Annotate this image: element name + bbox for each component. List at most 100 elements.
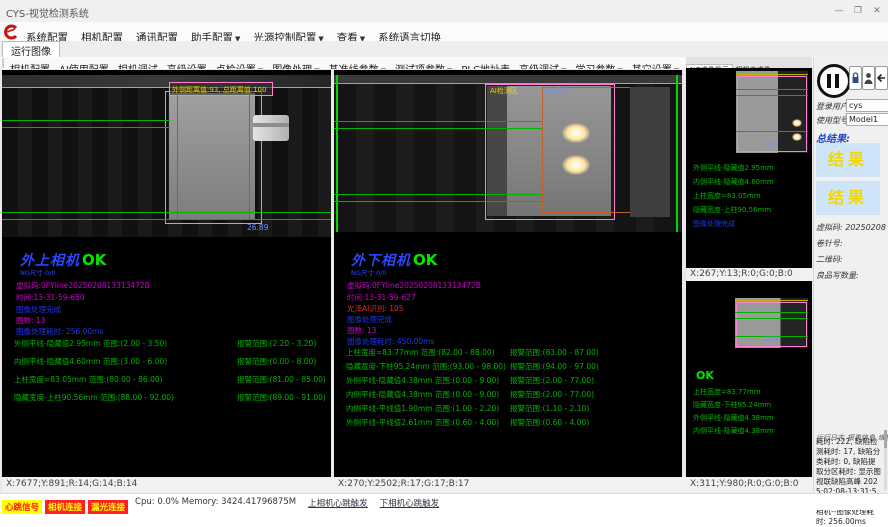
tab-strip: [0, 41, 888, 58]
measurement-value: 内侧平线-平线值1.90mm 范围:(1.00 - 2.20): [346, 403, 499, 414]
measure-line-h3: [2, 212, 331, 213]
edge-line-right: [676, 75, 678, 232]
elapsed-line: 图像处理耗时: 256.00ms: [16, 326, 103, 337]
side-thumb-top[interactable]: 26.8: [736, 71, 808, 153]
ng-image-view-top[interactable]: 26.8 外侧平线-隐藏值2.95mm 内侧平线-隐藏值4.60mm 上柱宽度=83…: [686, 68, 812, 268]
pause-button[interactable]: [817, 64, 851, 98]
measurement-value: 外侧平线-隐藏值2.95mm 范围:(2.00 - 3.50): [14, 338, 167, 349]
measurement-value: 隐藏宽度-上柱90.56mm 范围:(88.00 - 92.00): [14, 392, 174, 403]
side-result-line: 外侧平线-隐藏值4.38mm: [693, 413, 774, 423]
virtual-code-line: 虚拟码: 20250208: [816, 222, 886, 233]
side-result-line: 内侧平线-隐藏值4.60mm: [693, 177, 774, 187]
measurement-value: 上柱宽度=83.05mm 范围:(80.00 - 86.00): [14, 374, 163, 385]
block-measure-label: 26.8: [765, 336, 778, 343]
status-bar: 心跳信号相机连接漏光连接Cpu: 0.0% Memory: 3424.41796…: [0, 493, 888, 510]
minimize-icon[interactable]: —: [830, 4, 848, 18]
time-line: 时间:13-31-59-650: [16, 292, 85, 303]
close-icon[interactable]: ✕: [868, 4, 886, 18]
app-logo-icon: [3, 24, 19, 40]
measurement-row: 内侧平线-隐藏值4.60mm 范围:(3.00 - 6.00) 报警范围:(0.0…: [14, 356, 329, 366]
process-done-line: 图像处理完成: [347, 314, 392, 325]
measurement-value: 外侧平线-隐藏值4.38mm 范围:(0.00 - 9.00): [346, 375, 499, 386]
qr-code-label: 二维码:: [816, 254, 843, 265]
camera-view-left-bottom[interactable]: AI检测区 26.80 外下相机OK NG尺寸:0/0 虚拟码:0FYIine2…: [334, 70, 682, 477]
measure-line-h1: [334, 121, 542, 122]
heartbeat-trigger-link-1[interactable]: 下相机心跳触发: [380, 495, 440, 509]
log-text: 耗时: 222, 缺陷检测耗时: 17, 缺陷分类耗时: 0, 缺陷提取分区耗时…: [816, 437, 882, 527]
side-view-tabs: NG成像显示相机内成像超限内成像: [686, 57, 812, 68]
ng-size-line: NG尺寸:0/0: [351, 267, 387, 277]
measure-line-h4: [2, 219, 331, 220]
tab-connector: [253, 115, 289, 141]
ai-roi-outline: [542, 87, 632, 213]
measurement-value: 上柱宽度=83.77mm 范围:(82.00 - 88.00): [346, 347, 495, 358]
side-result-line: 上柱宽度=83.05mm: [693, 191, 761, 201]
overlay-label-box: 外侧距离值:93, 总距离值:100: [169, 82, 273, 96]
roi-outline: [165, 91, 262, 224]
process-done-line: 图像处理完成: [16, 304, 61, 315]
logout-button[interactable]: [875, 66, 888, 90]
pixel-coord-readout-left: X:7677;Y:891;R:14;G:14;B:14: [2, 477, 335, 492]
logout-arrow-icon: [876, 67, 887, 89]
measurement-row: 隐藏宽度-下柱95.24mm 范围:(93.00 - 98.00) 报警范围:(9…: [346, 361, 661, 371]
side-result-line: 上柱宽度=83.77mm: [693, 387, 761, 397]
count-line: 圈数: 13: [16, 315, 45, 326]
fixture-band: [630, 87, 670, 217]
elapsed-line: 图像处理耗时: 450.00ms: [347, 336, 434, 347]
side-thumb-bottom[interactable]: 26.8: [735, 298, 808, 348]
reflection-highlight: [562, 123, 590, 143]
pixel-coord-readout-middle: X:270;Y:2502;R:17;G:17;B:17: [334, 477, 686, 492]
measurement-row: 上柱宽度=83.77mm 范围:(82.00 - 88.00)报警范围:(83.…: [346, 347, 661, 357]
ai-result-line: 光泽AI识别: 105: [347, 303, 404, 314]
side-result-line: 外侧平线-隐藏值2.95mm: [693, 163, 774, 173]
measurement-row: 上柱宽度=83.05mm 范围:(80.00 - 86.00)报警范围:(81.…: [14, 374, 329, 384]
measurement-row: 内侧平线-隐藏值4.38mm 范围:(0.00 - 9.00)报警范围:(2.0…: [346, 389, 661, 399]
block-measure-label: 26.80: [544, 86, 565, 95]
lock-button[interactable]: [849, 66, 862, 90]
maximize-icon[interactable]: ❐: [849, 4, 867, 18]
alarm-range: 报警范围:(94.00 - 97.00): [510, 361, 599, 372]
camera-image-middle[interactable]: AI检测区 26.80: [334, 75, 682, 232]
measure-line-h2: [334, 128, 542, 129]
side-result-line: 隐藏宽度-下柱95.24mm: [693, 400, 771, 410]
status-badge-2: 漏光连接: [88, 500, 128, 514]
ng-image-view-bottom[interactable]: 26.8 OK 上柱宽度=83.77mm隐藏宽度-下柱95.24mm外侧平线-隐…: [686, 281, 812, 477]
log-scrollbar-thumb[interactable]: [884, 430, 887, 448]
alarm-range: 报警范围:(2.00 - 77.00): [510, 389, 594, 400]
edge-line-left: [336, 75, 338, 232]
barcode-line: 虚拟码:0FYIine2025020813313472B: [16, 280, 150, 291]
pixel-coord-readout-top-view: X:267;Y:13;R:0;G:0;B:0: [686, 268, 816, 281]
user-button[interactable]: [862, 66, 875, 90]
measurement-value: 隐藏宽度-下柱95.24mm 范围:(93.00 - 98.00): [346, 361, 506, 372]
measurement-row: 外侧平线-平线值2.61mm 范围:(0.60 - 4.00)报警范围:(0.6…: [346, 417, 661, 427]
cpu-memory-readout: Cpu: 0.0% Memory: 3424.41796875M: [135, 495, 296, 507]
measurement-value: 内侧平线-隐藏值4.60mm 范围:(3.00 - 6.00): [14, 356, 167, 367]
result-ok-badge: OK: [82, 251, 106, 269]
camera-image-left[interactable]: 外侧距离值:93, 总距离值:100 26.89: [2, 75, 331, 237]
alarm-range: 报警范围:(0.00 - 8.00): [237, 356, 316, 367]
side-result-line: 内侧平线-隐藏值4.38mm: [693, 426, 774, 436]
result-ok-badge: OK: [413, 251, 437, 269]
pause-icon: [827, 74, 831, 88]
alarm-range: 报警范围:(1.10 - 2.10): [510, 403, 589, 414]
measurement-row: 外侧平线-隐藏值4.38mm 范围:(0.00 - 9.00)报警范围:(2.0…: [346, 375, 661, 385]
window-title: CYS-视觉检测系统: [6, 5, 89, 20]
side-result-line: 图像处理完成: [693, 219, 735, 229]
result-display-2: 结果: [816, 181, 880, 215]
tab-run-image[interactable]: 运行图像: [2, 41, 60, 58]
camera-view-left-top[interactable]: 外侧距离值:93, 总距离值:100 26.89 外上相机OK NG尺寸:0/0…: [2, 70, 331, 477]
status-badge-0: 心跳信号: [2, 500, 42, 514]
overlay-label: 外侧距离值:93, 总距离值:100: [172, 85, 266, 95]
alarm-range: 报警范围:(89.00 - 91.00): [237, 392, 326, 403]
ng-size-line: NG尺寸:0/0: [20, 267, 56, 277]
model-input[interactable]: Model1: [846, 113, 888, 126]
heartbeat-trigger-link-0[interactable]: 上相机心跳触发: [308, 495, 368, 509]
status-badge-1: 相机连接: [45, 500, 85, 514]
alarm-range: 报警范围:(2.20 - 3.20): [237, 338, 316, 349]
login-user-input[interactable]: cys: [846, 99, 888, 112]
laser-line: [2, 87, 331, 88]
result-display-1: 结果: [816, 143, 880, 177]
image-top-band: [2, 75, 331, 87]
measure-line-h3: [334, 194, 542, 195]
image-top-band: [334, 75, 682, 83]
